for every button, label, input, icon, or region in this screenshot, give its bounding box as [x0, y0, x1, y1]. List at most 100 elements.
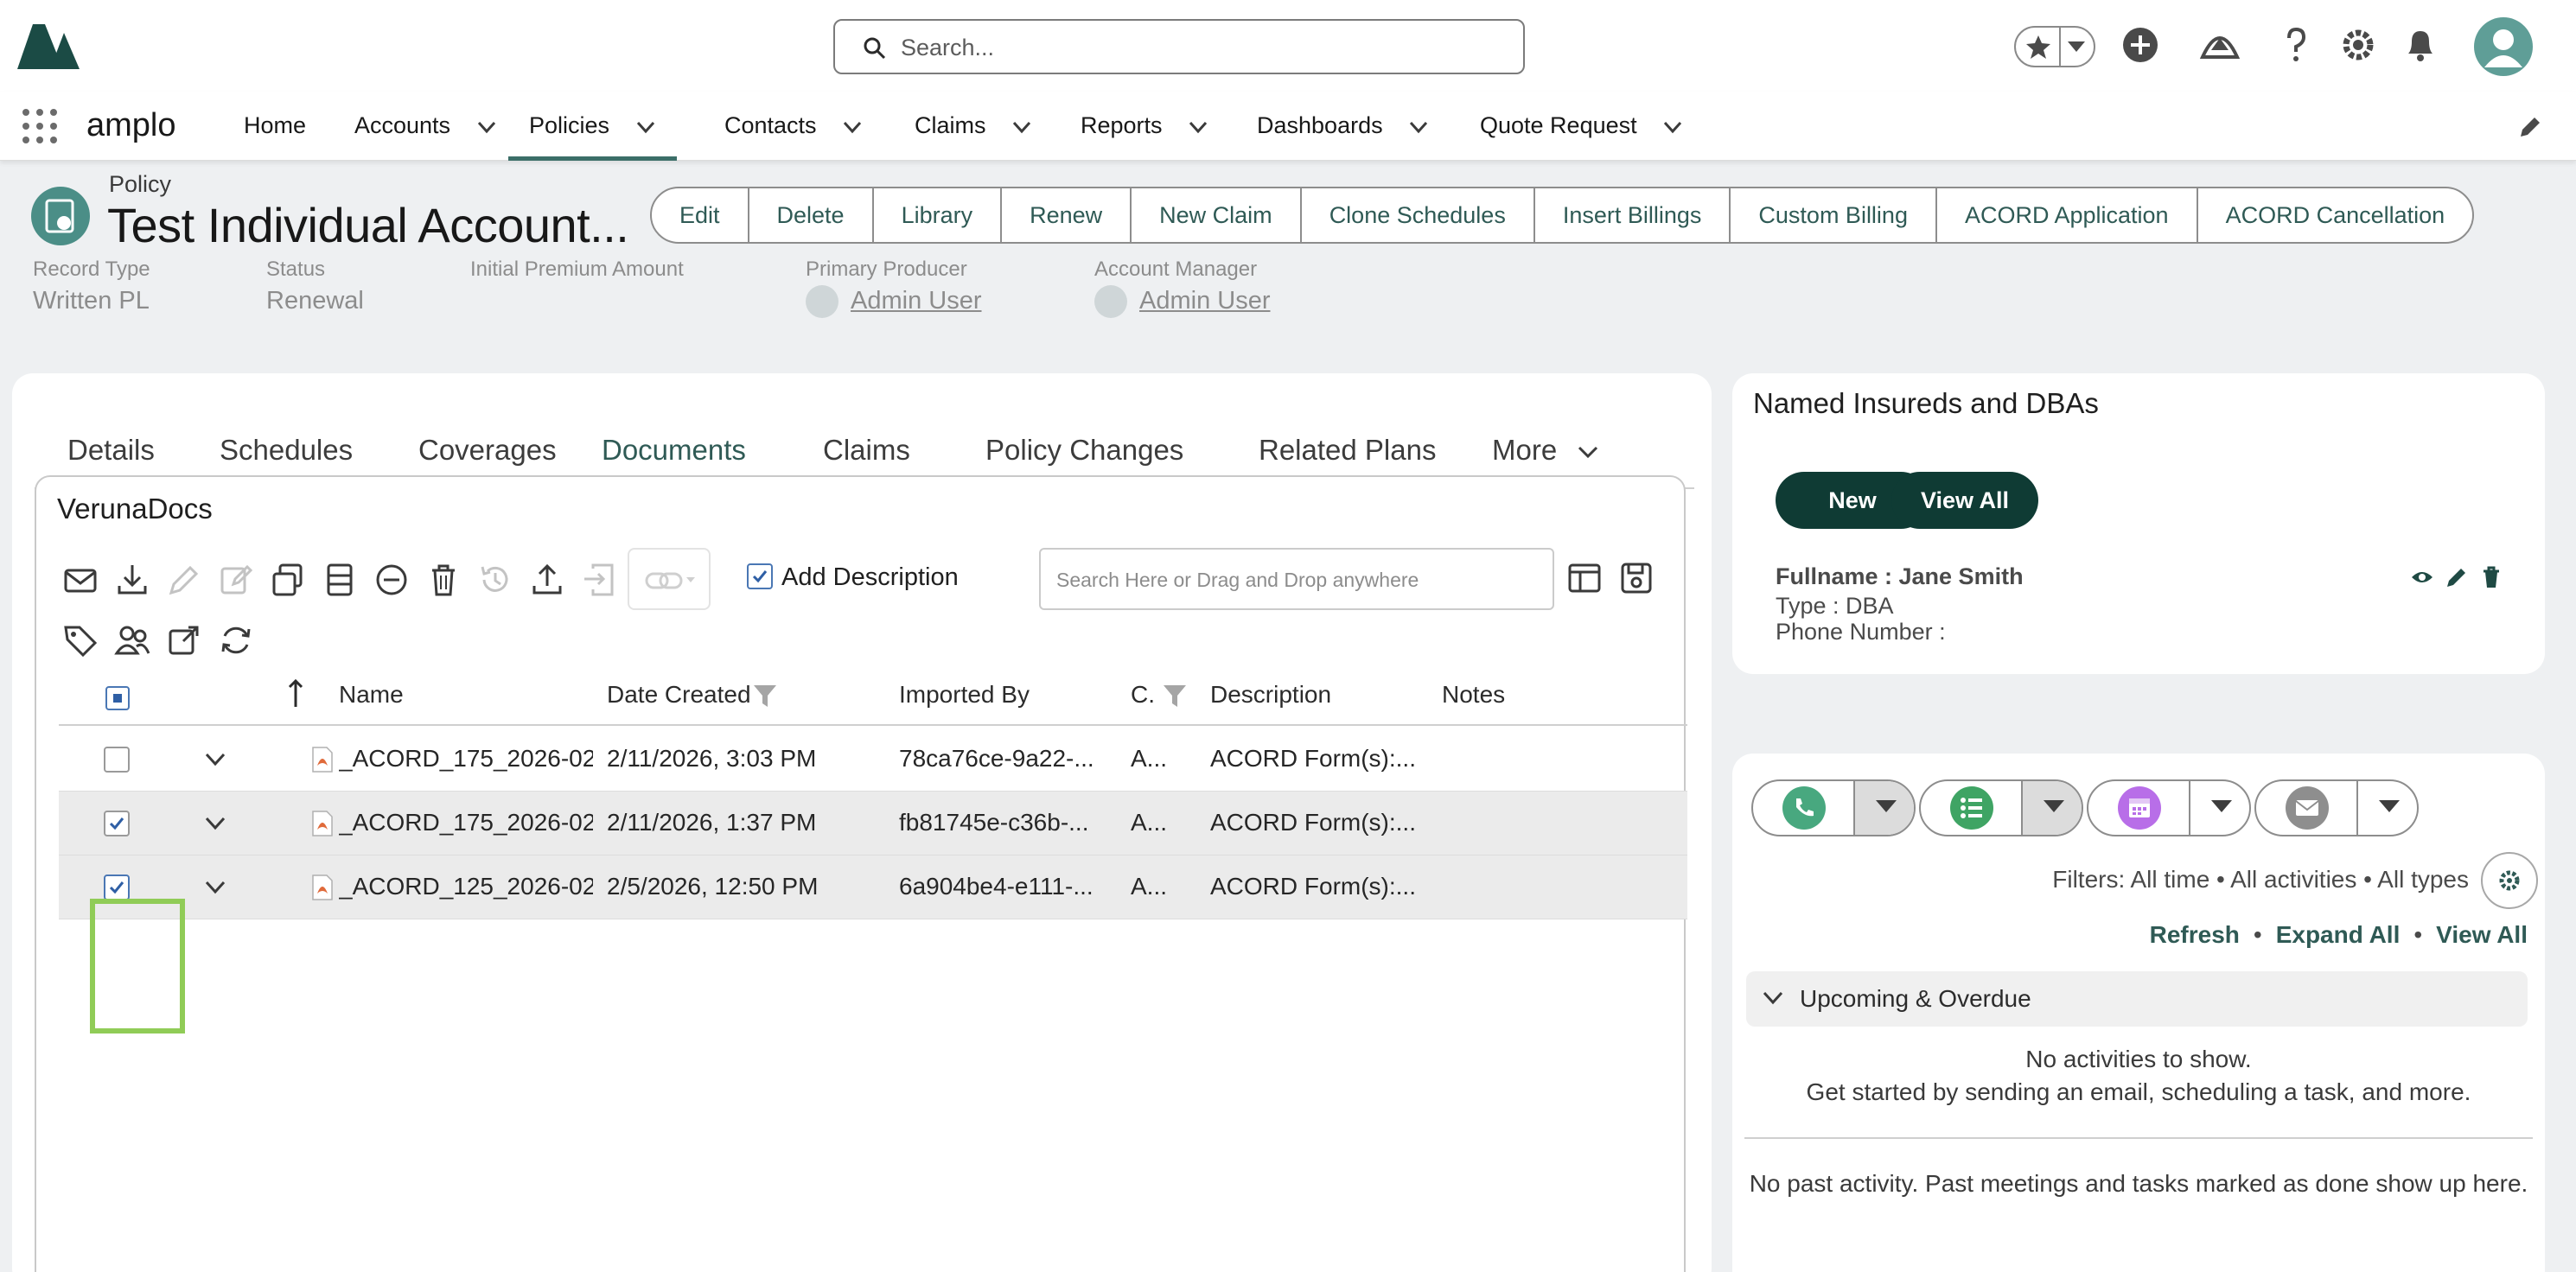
chevron-down-icon[interactable] — [1011, 120, 1032, 134]
chevron-down-icon[interactable] — [204, 878, 226, 897]
chevron-down-icon[interactable] — [1188, 120, 1208, 134]
docs-search-input[interactable]: Search Here or Drag and Drop anywhere — [1039, 548, 1554, 610]
cell-name[interactable]: _ACORD_175_2026-02- — [339, 745, 593, 773]
new-task-button[interactable] — [1921, 781, 2021, 835]
nav-item-accounts[interactable]: Accounts — [354, 112, 497, 161]
edit-button[interactable]: Edit — [652, 188, 749, 242]
view-all-insureds-button[interactable]: View All — [1891, 472, 2038, 529]
primary-producer-link[interactable]: Admin User — [806, 285, 982, 318]
table-row[interactable]: _ACORD_175_2026-02- 2/11/2026, 3:03 PM 7… — [59, 728, 1687, 792]
archive-icon[interactable] — [322, 562, 358, 598]
edit-note-icon[interactable] — [218, 562, 254, 598]
notifications-bell-icon[interactable] — [2400, 24, 2441, 66]
help-icon[interactable] — [2275, 24, 2317, 66]
favorites-button-group[interactable] — [2014, 26, 2095, 67]
link-dropdown[interactable] — [628, 548, 711, 610]
column-header-imported-by[interactable]: Imported By — [899, 681, 1030, 709]
filter-icon[interactable] — [752, 683, 778, 709]
cell-name[interactable]: _ACORD_125_2026-02- — [339, 873, 593, 900]
row-checkbox[interactable] — [104, 747, 130, 773]
tag-icon[interactable] — [62, 622, 99, 658]
table-row[interactable]: _ACORD_125_2026-02- 2/5/2026, 12:50 PM 6… — [59, 855, 1687, 919]
users-icon[interactable] — [114, 622, 150, 658]
edit-nav-pencil-icon[interactable] — [2517, 114, 2543, 140]
chevron-down-icon[interactable] — [1662, 120, 1683, 134]
remove-icon[interactable] — [373, 562, 410, 598]
chevron-down-icon[interactable] — [1408, 120, 1429, 134]
renew-button[interactable]: Renew — [1002, 188, 1132, 242]
pencil-icon[interactable] — [166, 562, 202, 598]
new-event-button[interactable] — [2088, 781, 2189, 835]
chevron-down-icon[interactable] — [842, 120, 863, 134]
pencil-icon[interactable] — [2445, 565, 2469, 589]
column-header-name[interactable]: Name — [339, 681, 404, 709]
column-header-c[interactable]: C. — [1131, 681, 1155, 709]
select-all-checkbox[interactable] — [105, 686, 130, 710]
user-avatar[interactable] — [2474, 17, 2533, 76]
chevron-down-icon[interactable] — [2066, 40, 2087, 54]
history-icon[interactable] — [477, 562, 513, 598]
row-checkbox[interactable] — [104, 811, 130, 836]
table-row[interactable]: _ACORD_175_2026-02- 2/11/2026, 1:37 PM f… — [59, 792, 1687, 855]
trash-icon[interactable] — [2479, 565, 2503, 589]
add-icon[interactable] — [2120, 24, 2161, 66]
cell-name[interactable]: _ACORD_175_2026-02- — [339, 809, 593, 836]
library-button[interactable]: Library — [874, 188, 1003, 242]
nav-item-quote-request[interactable]: Quote Request — [1480, 112, 1683, 161]
chevron-down-icon[interactable] — [476, 120, 497, 134]
column-header-date-created[interactable]: Date Created — [607, 681, 751, 709]
save-icon[interactable] — [1618, 560, 1655, 596]
refresh-icon[interactable] — [218, 622, 254, 658]
global-search-input[interactable]: Search... — [833, 19, 1525, 74]
email-dropdown[interactable] — [2356, 781, 2417, 835]
nav-item-contacts[interactable]: Contacts — [724, 112, 863, 161]
new-claim-button[interactable]: New Claim — [1132, 188, 1302, 242]
open-external-icon[interactable] — [166, 622, 202, 658]
new-event-dropdown[interactable] — [2189, 781, 2249, 835]
row-checkbox[interactable] — [104, 874, 130, 900]
filter-icon[interactable] — [1162, 683, 1188, 709]
chevron-down-icon[interactable] — [204, 814, 226, 833]
delete-button[interactable]: Delete — [749, 188, 874, 242]
log-call-dropdown[interactable] — [1853, 781, 1914, 835]
custom-billing-button[interactable]: Custom Billing — [1731, 188, 1937, 242]
add-description-checkbox[interactable] — [747, 563, 773, 589]
chevron-down-icon[interactable] — [635, 120, 656, 134]
new-task-dropdown[interactable] — [2021, 781, 2082, 835]
email-icon[interactable] — [62, 562, 99, 598]
email-button[interactable] — [2256, 781, 2356, 835]
new-task-button-group[interactable] — [1919, 779, 2083, 836]
expand-all-link[interactable]: Expand All — [2276, 921, 2401, 948]
company-logo[interactable] — [16, 21, 81, 71]
log-call-button-group[interactable] — [1751, 779, 1916, 836]
upcoming-overdue-section-toggle[interactable]: Upcoming & Overdue — [1746, 971, 2528, 1027]
email-button-group[interactable] — [2254, 779, 2419, 836]
upload-icon[interactable] — [529, 562, 565, 598]
nav-item-policies[interactable]: Policies — [508, 112, 677, 161]
copy-icon[interactable] — [270, 562, 306, 598]
nav-item-reports[interactable]: Reports — [1081, 112, 1208, 161]
new-event-button-group[interactable] — [2087, 779, 2251, 836]
acord-application-button[interactable]: ACORD Application — [1937, 188, 2198, 242]
clone-schedules-button[interactable]: Clone Schedules — [1302, 188, 1535, 242]
nav-item-home[interactable]: Home — [244, 112, 306, 161]
nav-item-dashboards[interactable]: Dashboards — [1257, 112, 1429, 161]
sort-arrow-up-icon[interactable] — [287, 679, 304, 709]
chevron-down-icon[interactable] — [204, 750, 226, 769]
setup-gear-icon[interactable] — [2337, 24, 2379, 66]
column-header-notes[interactable]: Notes — [1442, 681, 1505, 709]
app-launcher-icon[interactable] — [21, 107, 59, 145]
log-call-button[interactable] — [1753, 781, 1853, 835]
import-icon[interactable] — [581, 562, 617, 598]
account-manager-link[interactable]: Admin User — [1094, 285, 1271, 318]
view-all-link[interactable]: View All — [2436, 921, 2528, 948]
refresh-link[interactable]: Refresh — [2150, 921, 2240, 948]
favorites-star-icon[interactable] — [2024, 33, 2052, 60]
insert-billings-button[interactable]: Insert Billings — [1535, 188, 1731, 242]
column-layout-icon[interactable] — [1566, 560, 1603, 596]
nav-item-claims[interactable]: Claims — [915, 112, 1032, 161]
download-icon[interactable] — [114, 562, 150, 598]
trash-icon[interactable] — [425, 562, 462, 598]
eye-icon[interactable] — [2410, 565, 2434, 589]
activity-settings-button[interactable] — [2481, 852, 2538, 909]
